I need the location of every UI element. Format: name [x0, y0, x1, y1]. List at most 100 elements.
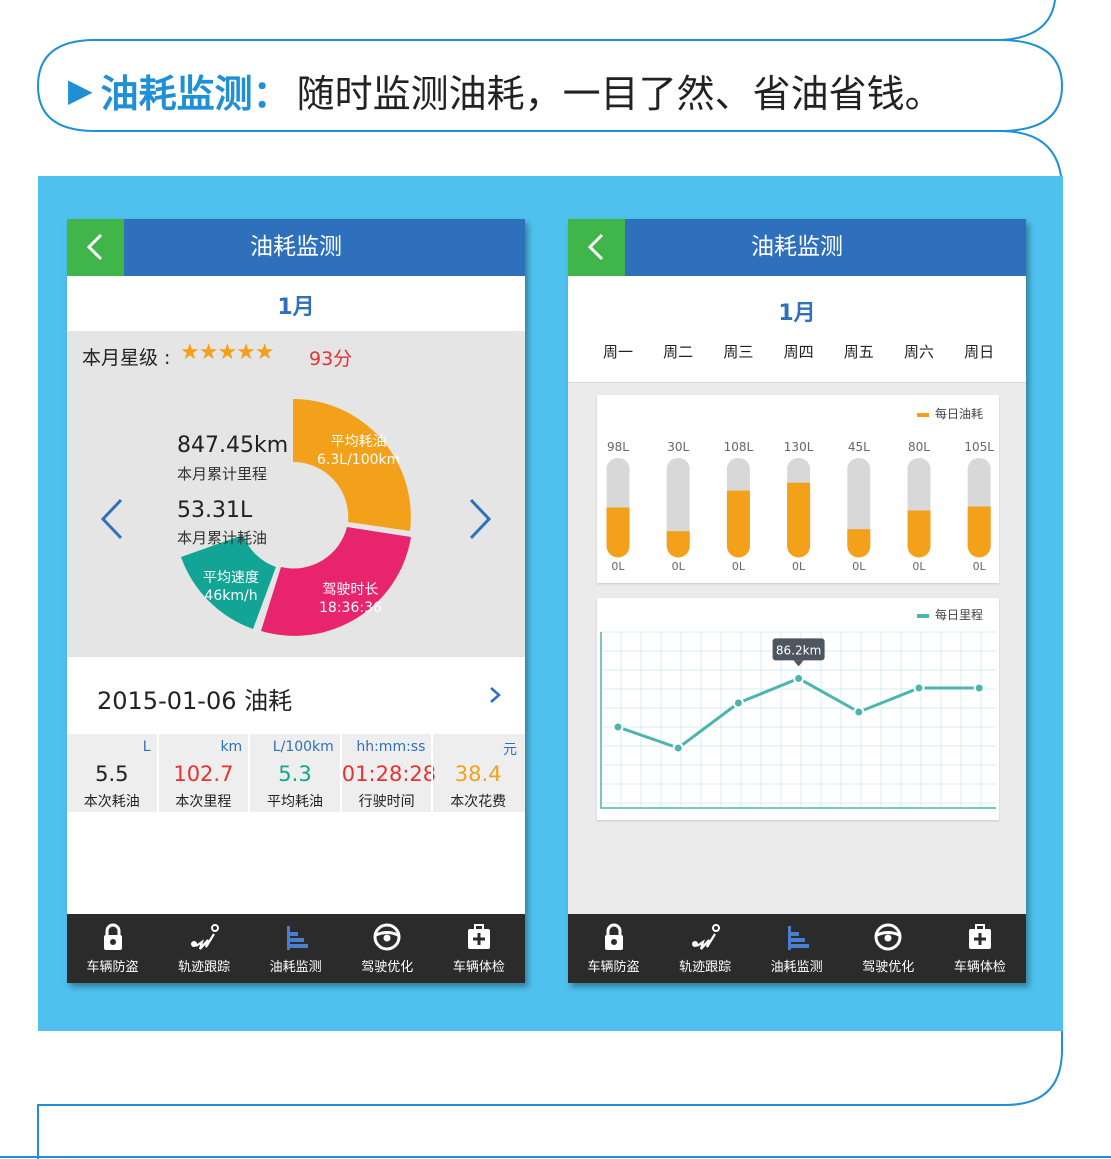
phone-weekly: 油耗监测 1月 每日油耗 98L 0L 30L 0L 108L 0L 130L 0L 45L 0L… — [568, 219, 1026, 983]
avg-speed-value: 46km/h — [204, 588, 258, 604]
tooltip-label: 86.2km — [776, 643, 821, 657]
steering-wheel-icon — [373, 923, 401, 951]
banner-headline: ▶ 油耗监测： 随时监测油耗，一目了然、省油省钱。 — [68, 60, 943, 120]
nav-item[interactable]: 车辆防盗 — [568, 914, 659, 983]
star-rating-label: 本月星级 : — [82, 347, 171, 369]
distance-point[interactable] — [732, 697, 744, 709]
nav-icon-wrap — [934, 922, 1025, 952]
total-fuel: 53.31L — [177, 498, 253, 523]
back-button[interactable] — [568, 219, 625, 276]
top-bar: 油耗监测 — [67, 219, 525, 276]
month-label: 1月 — [778, 301, 816, 326]
nav-label: 轨迹跟踪 — [178, 960, 231, 975]
triangle-arrow-icon: ▶ — [68, 71, 93, 109]
stat-value: 5.3 — [278, 762, 312, 786]
weekday-tab[interactable]: 周三 — [708, 341, 768, 362]
distance-point[interactable] — [853, 706, 865, 718]
bar-min-label: 0L — [672, 560, 686, 573]
nav-item[interactable]: 轨迹跟踪 — [660, 914, 751, 983]
bar-min-label: 0L — [912, 560, 926, 573]
bar-max-label: 30L — [667, 440, 689, 454]
lock-icon — [604, 923, 623, 950]
nav-icon-wrap — [67, 922, 158, 952]
cell-divider — [248, 734, 251, 812]
weekday-tab[interactable]: 周一 — [588, 341, 648, 362]
avg-speed-label: 平均速度 46km/h — [203, 569, 259, 605]
nav-item[interactable]: 车辆体检 — [934, 914, 1025, 983]
page-title: 油耗监测 — [250, 234, 342, 260]
star-rating: ★★★★★ — [180, 340, 275, 365]
nav-item[interactable]: 车辆体检 — [433, 914, 524, 983]
fuel-bar-card: 每日油耗 98L 0L 30L 0L 108L 0L 130L 0L 45L 0L 80L 0L 105… — [597, 395, 999, 583]
phone-monthly: 油耗监测 1月 本月星级 : ★★★★★ 93分 平均耗油 6.3L/100km… — [67, 219, 525, 983]
stat-value: 102.7 — [173, 762, 234, 786]
page-title: 油耗监测 — [751, 234, 843, 260]
total-fuel-label: 本月累计耗油 — [177, 529, 268, 547]
fuel-bar-chart: 98L 0L 30L 0L 108L 0L 130L 0L 45L 0L 80L 0L 105L 0L — [606, 440, 994, 573]
stat-name: 平均耗油 — [266, 794, 323, 810]
stat-value: 38.4 — [454, 762, 502, 786]
distance-point[interactable] — [672, 742, 684, 754]
stat-unit: L — [142, 739, 151, 755]
bar-min-label: 0L — [792, 560, 806, 573]
nav-icon-wrap — [433, 922, 524, 952]
next-month-button[interactable] — [465, 497, 495, 541]
nav-item[interactable]: 驾驶优化 — [342, 914, 433, 983]
avg-speed-title: 平均速度 — [203, 570, 259, 586]
nav-label: 车辆体检 — [953, 960, 1006, 975]
chevron-left-icon — [587, 233, 604, 261]
distance-point[interactable] — [793, 672, 805, 684]
nav-item[interactable]: 轨迹跟踪 — [159, 914, 250, 983]
bar-max-label: 98L — [607, 440, 629, 454]
distance-point[interactable] — [973, 682, 985, 694]
stat-name: 本次耗油 — [83, 794, 140, 810]
week-header — [568, 276, 1026, 383]
distance-point[interactable] — [913, 682, 925, 694]
distance-point[interactable] — [612, 721, 624, 733]
bar-min-label: 0L — [611, 560, 625, 573]
bar-fill — [847, 529, 871, 558]
bar-min-label: 0L — [852, 560, 866, 573]
bar-fill — [666, 531, 690, 558]
nav-item[interactable]: 驾驶优化 — [843, 914, 934, 983]
chevron-right-icon[interactable] — [485, 685, 505, 705]
cell-divider — [156, 734, 159, 812]
nav-item[interactable]: 车辆防盗 — [67, 914, 158, 983]
lock-icon — [103, 923, 122, 950]
tooltip-pointer — [793, 660, 804, 667]
bar-max-label: 45L — [848, 440, 870, 454]
weekday-tab[interactable]: 周五 — [829, 341, 889, 362]
day-title: 2015-01-06 油耗 — [97, 687, 293, 715]
nav-label: 轨迹跟踪 — [679, 960, 732, 975]
bar-fill — [606, 507, 630, 558]
nav-icon-wrap — [250, 922, 341, 952]
avg-fuel-value: 6.3L/100km — [317, 452, 401, 468]
first-aid-icon — [968, 924, 991, 949]
trip-stat-cell: L/100km 5.3 平均耗油 — [250, 734, 340, 812]
bar-min-label: 0L — [732, 560, 746, 573]
route-icon — [191, 924, 220, 950]
weekday-tab[interactable]: 周六 — [889, 341, 949, 362]
nav-item[interactable]: 油耗监测 — [751, 914, 842, 983]
trip-stat-cell: 元 38.4 本次花费 — [433, 734, 523, 812]
stat-unit: L/100km — [272, 739, 334, 755]
nav-label: 车辆体检 — [452, 960, 505, 975]
bottom-nav: 车辆防盗 轨迹跟踪 油耗监测 驾驶优化 车辆体检 — [568, 914, 1026, 983]
first-aid-icon — [467, 924, 490, 949]
drive-time-value: 18:36:36 — [319, 600, 382, 616]
weekday-tab[interactable]: 周四 — [769, 341, 829, 362]
nav-icon-wrap — [660, 922, 751, 952]
nav-label: 驾驶优化 — [862, 960, 915, 975]
nav-item[interactable]: 油耗监测 — [250, 914, 341, 983]
stat-value: 01:28:28 — [341, 762, 437, 786]
back-button[interactable] — [67, 219, 124, 276]
bar-min-label: 0L — [973, 560, 987, 573]
weekday-tab[interactable]: 周二 — [648, 341, 708, 362]
stat-name: 本次花费 — [450, 794, 507, 810]
bar-max-label: 130L — [784, 440, 814, 454]
nav-label: 油耗监测 — [269, 960, 322, 975]
nav-icon-wrap — [568, 922, 659, 952]
bar-max-label: 105L — [964, 440, 994, 454]
prev-month-button[interactable] — [97, 497, 127, 541]
weekday-tab[interactable]: 周日 — [949, 341, 1009, 362]
